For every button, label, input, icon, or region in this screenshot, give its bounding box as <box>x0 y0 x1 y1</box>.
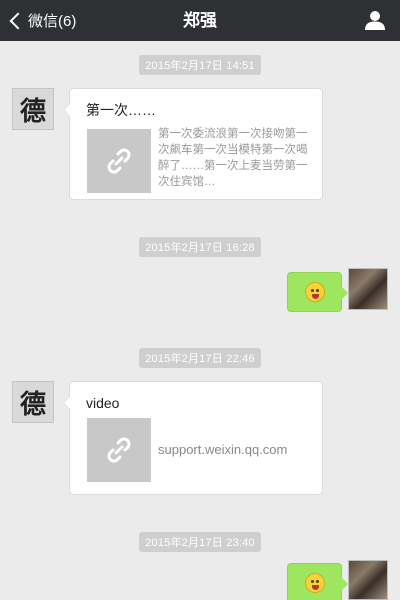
my-avatar[interactable] <box>348 268 388 310</box>
timestamp: 2015年2月17日 22:46 <box>0 348 400 368</box>
avatar-glyph: 德 <box>19 389 46 420</box>
contact-avatar[interactable]: 德 <box>12 88 54 130</box>
timestamp-text: 2015年2月17日 22:46 <box>139 348 261 368</box>
timestamp: 2015年2月17日 16:28 <box>0 237 400 257</box>
emoji-message-bubble[interactable] <box>287 563 348 600</box>
person-icon[interactable] <box>364 9 386 31</box>
link-card-description: support.weixin.qq.com <box>158 442 288 457</box>
timestamp: 2015年2月17日 14:51 <box>0 55 400 75</box>
link-thumbnail <box>87 418 151 482</box>
timestamp-text: 2015年2月17日 14:51 <box>139 55 261 75</box>
timestamp-text: 2015年2月17日 23:40 <box>139 532 261 552</box>
chevron-left-icon <box>9 12 27 29</box>
link-card-message[interactable]: 第一次…… 第一次委流浪第一次接吻第一次飙车第一次当模特第一次喝醉了……第一次上… <box>63 88 323 200</box>
back-button[interactable]: 微信(6) <box>6 0 76 41</box>
link-card-description: 第一次委流浪第一次接吻第一次飙车第一次当模特第一次喝醉了……第一次上麦当劳第一次… <box>158 128 308 188</box>
link-icon <box>107 437 131 463</box>
chat-header: 微信(6) 郑强 <box>0 0 400 41</box>
link-icon <box>107 148 131 174</box>
timestamp: 2015年2月17日 23:40 <box>0 532 400 552</box>
link-card-title: 第一次…… <box>86 102 156 118</box>
emoji-face-icon <box>304 573 325 593</box>
link-card-message[interactable]: video support.weixin.qq.com <box>63 381 323 495</box>
link-card-title: video <box>86 395 120 411</box>
timestamp-text: 2015年2月17日 16:28 <box>139 237 261 257</box>
link-thumbnail <box>87 129 151 193</box>
emoji-message-bubble[interactable] <box>287 272 348 312</box>
back-label: 微信(6) <box>28 13 77 30</box>
my-avatar[interactable] <box>348 560 388 600</box>
contact-avatar[interactable]: 德 <box>12 381 54 423</box>
emoji-face-icon <box>304 282 325 302</box>
avatar-glyph: 德 <box>19 96 46 127</box>
